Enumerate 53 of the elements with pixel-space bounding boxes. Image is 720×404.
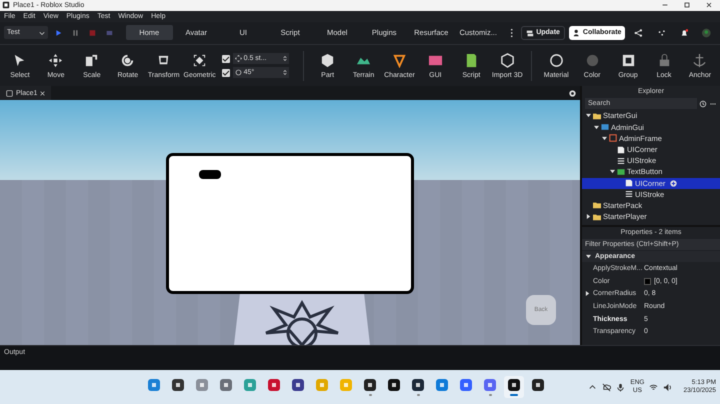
material-sphere-icon: [548, 52, 564, 68]
update-icon: [526, 28, 534, 37]
sparkle-icon[interactable]: [657, 28, 666, 38]
cloud-off-icon[interactable]: [602, 382, 612, 392]
share-icon[interactable]: [634, 28, 644, 38]
move-arrows-icon: [48, 52, 64, 68]
close-icon[interactable]: [40, 90, 46, 96]
scale-icon: [84, 52, 100, 68]
move-arrows-icon: [234, 55, 242, 62]
microphone-icon[interactable]: [616, 382, 626, 392]
import-cube-icon: [500, 52, 515, 68]
geometric-icon: [192, 52, 208, 68]
close-icon[interactable]: [705, 1, 713, 10]
anchor-icon: [692, 52, 708, 68]
avatar-icon[interactable]: [702, 28, 711, 38]
color-circle-icon: [584, 52, 600, 68]
bell-icon[interactable]: [680, 28, 688, 38]
rotate-snap-checkbox[interactable]: [222, 68, 230, 77]
expand-arrow-icon[interactable]: [585, 291, 590, 296]
expand-arrow-icon[interactable]: [586, 214, 591, 220]
add-icon[interactable]: [670, 180, 678, 187]
pause-icon[interactable]: [72, 28, 79, 37]
settings-icon[interactable]: [568, 88, 577, 98]
corner-icon: [617, 146, 625, 154]
character-icon: [392, 52, 407, 68]
expand-arrow-icon[interactable]: [586, 113, 591, 118]
spinner-icon[interactable]: [282, 55, 287, 62]
corner-icon: [625, 179, 633, 188]
speaker-icon[interactable]: [663, 382, 672, 392]
caret-icon: [39, 30, 46, 36]
button-icon: [617, 168, 625, 176]
history-icon[interactable]: [699, 100, 707, 108]
stroke-icon: [625, 190, 633, 198]
gui-frame[interactable]: [166, 153, 414, 294]
stroke-icon: [617, 156, 625, 165]
rotate-icon: [120, 52, 136, 68]
screen-icon: [601, 123, 609, 132]
wifi-icon[interactable]: [649, 382, 658, 392]
move-snap-checkbox[interactable]: [222, 54, 230, 63]
color-swatch[interactable]: [644, 278, 651, 285]
expand-arrow-icon[interactable]: [610, 169, 615, 174]
more-icon[interactable]: [510, 28, 514, 38]
part-cube-icon: [320, 52, 336, 68]
person-icon: [572, 28, 581, 37]
frame-icon: [609, 134, 617, 142]
scribble-mark: [199, 170, 221, 180]
group-icon: [620, 52, 636, 68]
rotate-icon: [234, 69, 242, 76]
play-icon[interactable]: [55, 28, 62, 37]
place-icon: [6, 90, 13, 97]
spinner-icon[interactable]: [282, 69, 287, 76]
expand-arrow-icon[interactable]: [586, 254, 591, 260]
maximize-icon[interactable]: [683, 1, 691, 10]
